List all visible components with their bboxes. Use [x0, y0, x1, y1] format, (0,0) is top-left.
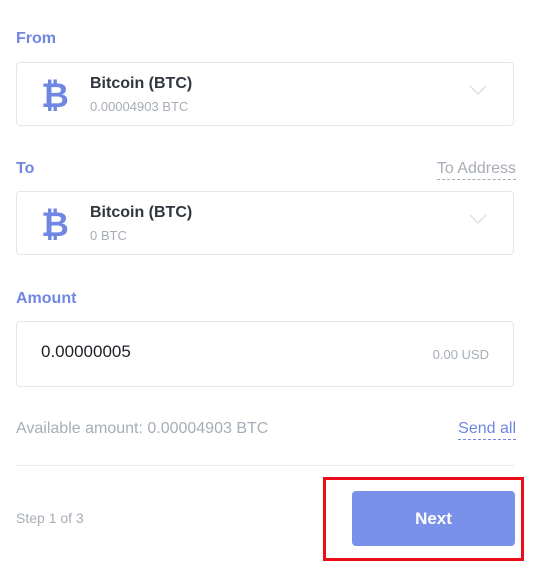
chevron-down-icon [469, 214, 487, 225]
from-coin-select[interactable]: ₿ Bitcoin (BTC) 0.00004903 BTC [16, 62, 514, 126]
from-label: From [16, 30, 56, 47]
bitcoin-icon: ₿ [41, 206, 69, 240]
send-all-link[interactable]: Send all [458, 420, 516, 440]
to-label: To [16, 160, 35, 177]
chevron-down-icon [469, 85, 487, 96]
svg-text:₿: ₿ [41, 77, 69, 111]
bitcoin-icon: ₿ [41, 77, 69, 111]
from-coin-balance: 0.00004903 BTC [90, 99, 189, 114]
to-address-link[interactable]: To Address [436, 160, 516, 180]
divider [16, 465, 514, 466]
to-coin-balance: 0 BTC [90, 228, 127, 243]
amount-input[interactable] [41, 342, 341, 362]
to-coin-select[interactable]: ₿ Bitcoin (BTC) 0 BTC [16, 191, 514, 255]
amount-field: 0.00 USD [16, 321, 514, 387]
from-coin-name: Bitcoin (BTC) [90, 75, 193, 92]
svg-text:₿: ₿ [41, 206, 69, 240]
fiat-value: 0.00 USD [432, 347, 489, 362]
available-amount: Available amount: 0.00004903 BTC [16, 420, 269, 437]
highlight-box [323, 477, 524, 561]
amount-label: Amount [16, 290, 77, 307]
step-indicator: Step 1 of 3 [16, 510, 84, 526]
to-coin-name: Bitcoin (BTC) [90, 204, 193, 221]
